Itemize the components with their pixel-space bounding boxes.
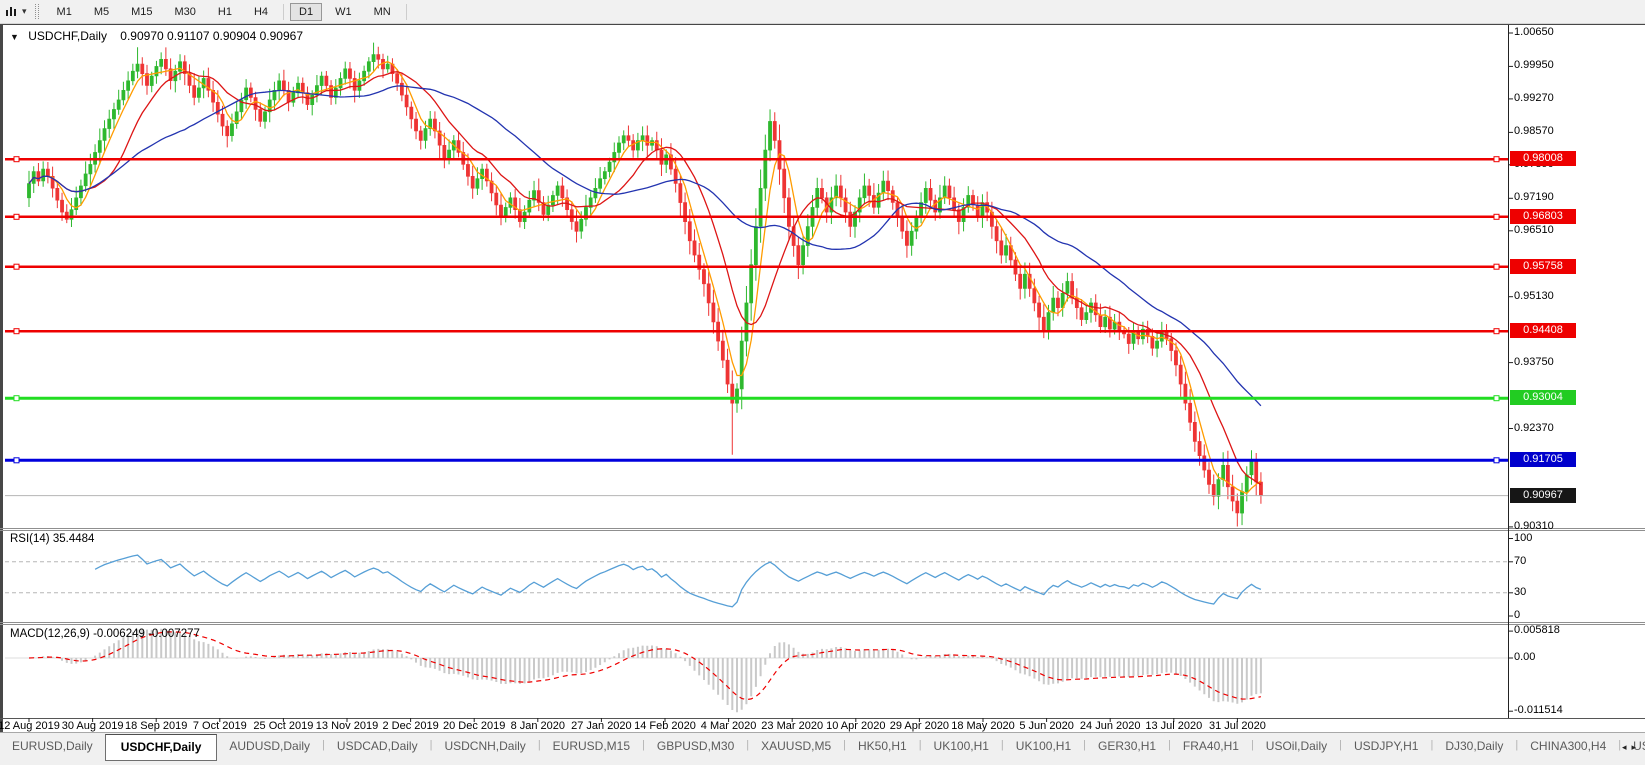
symbol-tab-dj30-daily[interactable]: DJ30,Daily [1433,733,1515,758]
timeframe-button-h1[interactable]: H1 [209,3,241,21]
tab-scroll-right-icon[interactable]: ▸ [1631,742,1641,752]
timeframe-button-d1[interactable]: D1 [290,3,322,21]
ma-5-line [29,62,1261,494]
symbol-tab-uk100-h1[interactable]: UK100,H1 [922,733,1001,758]
chart-periods-icon[interactable] [0,5,21,19]
terminal-window: ▾ M1M5M15M30H1H4D1W1MN ▼ USDCHF,Daily 0.… [0,0,1645,765]
symbol-tab-audusd-daily[interactable]: AUDUSD,Daily [217,733,322,758]
symbol-tab-china300-h4[interactable]: CHINA300,H4 [1518,733,1618,758]
toolbar-dropdown-caret[interactable]: ▾ [21,6,32,17]
symbol-tab-xauusd-m5[interactable]: XAUUSD,M5 [749,733,843,758]
timeframe-button-w1[interactable]: W1 [326,3,361,21]
timeframe-button-m1[interactable]: M1 [48,3,81,21]
tab-scroll-arrows: ◂▸ [1622,742,1641,753]
symbol-tab-usoil-daily[interactable]: USOil,Daily [1254,733,1339,758]
timeframe-button-h4[interactable]: H4 [245,3,277,21]
level-handle [14,458,19,463]
level-handle [1494,157,1499,162]
level-handle [14,214,19,219]
symbol-tab-hk50-h1[interactable]: HK50,H1 [846,733,919,758]
ma-13-line [29,72,1261,485]
symbol-tab-fra40-h1[interactable]: FRA40,H1 [1171,733,1251,758]
level-handle [1494,264,1499,269]
symbol-tab-usdjpy-h1[interactable]: USDJPY,H1 [1342,733,1430,758]
symbol-tab-eurusd-m15[interactable]: EURUSD,M15 [541,733,642,758]
level-handle [1494,214,1499,219]
toolbar-grip[interactable] [35,4,39,19]
level-handle [14,264,19,269]
timeframes-toolbar: ▾ M1M5M15 M30H1H4 D1W1MN [0,0,1645,24]
level-handle [14,329,19,334]
candles-layer [27,43,1262,527]
ma-34-line [29,86,1261,406]
symbol-tab-usdcnh-daily[interactable]: USDCNH,Daily [432,733,537,758]
toolbar-separator [406,4,407,20]
macd-histogram [29,629,1261,713]
level-handle [14,396,19,401]
level-handle [1494,396,1499,401]
symbol-tab-bar: EURUSD,DailyUSDCHF,DailyAUDUSD,Daily|USD… [0,732,1645,765]
symbol-tab-ger30-h1[interactable]: GER30,H1 [1086,733,1168,758]
symbol-tab-usdcad-daily[interactable]: USDCAD,Daily [325,733,430,758]
timeframe-button-m15[interactable]: M15 [122,3,161,21]
level-handle [14,157,19,162]
symbol-tab-gbpusd-m30[interactable]: GBPUSD,M30 [645,733,746,758]
level-handle [1494,458,1499,463]
symbol-tab-uk100-h1[interactable]: UK100,H1 [1004,733,1083,758]
symbol-tab-eurusd-daily[interactable]: EURUSD,Daily [0,733,105,758]
level-handle [1494,329,1499,334]
rsi-line [95,555,1261,607]
symbol-tab-usdchf-daily[interactable]: USDCHF,Daily [105,734,218,761]
chart-canvas[interactable] [0,0,1645,765]
timeframe-button-mn[interactable]: MN [365,3,400,21]
timeframe-button-m5[interactable]: M5 [85,3,118,21]
timeframe-button-m30[interactable]: M30 [166,3,205,21]
toolbar-separator [283,4,284,20]
